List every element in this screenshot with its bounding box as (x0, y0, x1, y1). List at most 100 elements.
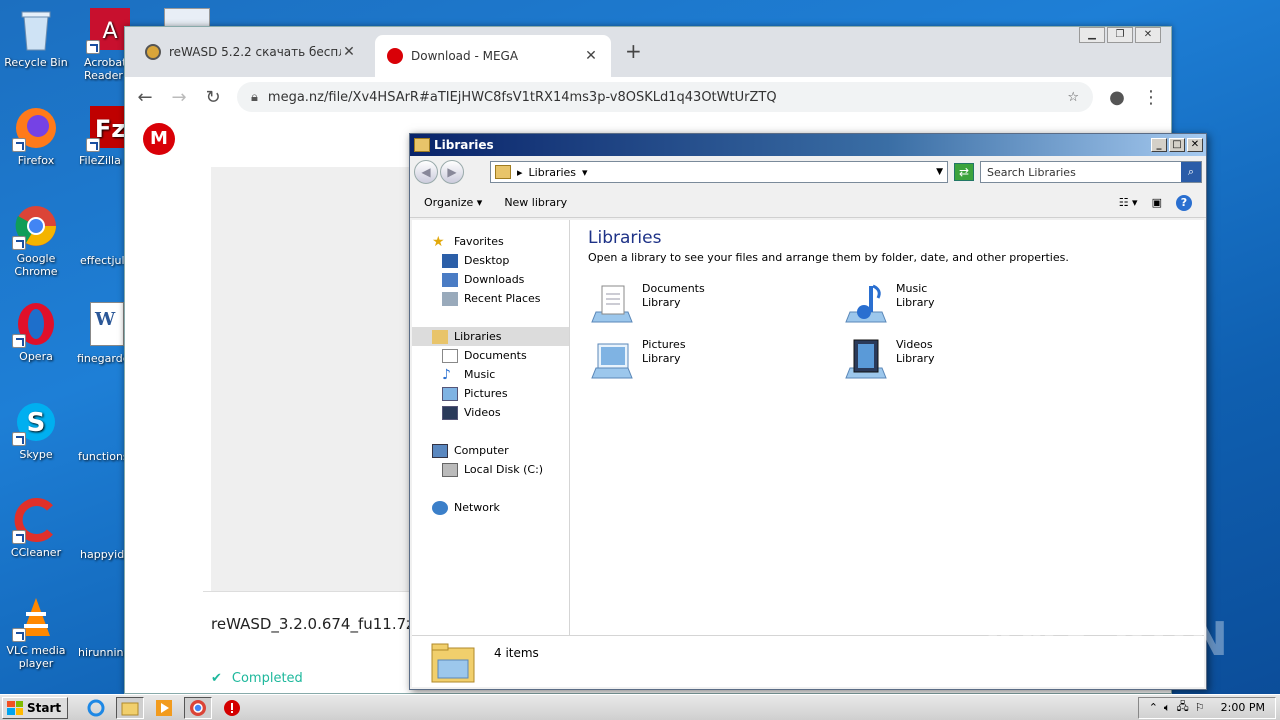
nav-music[interactable]: ♪ Music (412, 365, 569, 384)
show-hidden-icons-icon[interactable]: ⌃ (1149, 701, 1158, 714)
library-documents[interactable]: Documents Library (588, 282, 808, 332)
address-dropdown-icon[interactable]: ▼ (936, 167, 943, 177)
search-icon[interactable]: ⌕ (1181, 162, 1201, 182)
media-player-icon[interactable] (150, 697, 178, 719)
breadcrumb-separator: ▸ (517, 165, 523, 179)
chrome-taskbar-icon[interactable] (184, 696, 213, 719)
start-button[interactable]: Start (2, 696, 69, 719)
documents-library-icon (591, 285, 633, 323)
desktop-icon-google-chrome[interactable]: Google Chrome (0, 204, 72, 278)
music-library-icon (845, 284, 887, 323)
back-button[interactable]: ◀ (414, 160, 438, 184)
word-doc-icon[interactable]: W (90, 302, 124, 346)
volume-icon[interactable]: 🔈︎ (1164, 701, 1171, 715)
tab-rewasd[interactable]: reWASD 5.2.2 скачать бесплатно ✕ (133, 35, 369, 69)
star-icon[interactable]: ☆ (1067, 90, 1079, 105)
nav-pictures[interactable]: Pictures (412, 384, 569, 403)
svg-text:A: A (102, 19, 117, 44)
profile-icon[interactable]: ● (1107, 87, 1127, 108)
new-library-button[interactable]: New library (504, 196, 567, 209)
minimize-button[interactable]: _ (1151, 138, 1167, 152)
mega-logo[interactable]: M (143, 123, 175, 155)
network-tray-icon[interactable]: 🖧 (1177, 698, 1189, 717)
breadcrumb[interactable]: Libraries (529, 166, 577, 179)
tab-title: reWASD 5.2.2 скачать бесплатно (169, 45, 341, 59)
desktop-icon-recycle-bin[interactable]: Recycle Bin (0, 8, 72, 69)
reload-icon[interactable]: ↻ (203, 87, 223, 108)
new-tab-button[interactable]: + (625, 39, 642, 63)
desktop-label-functions[interactable]: functions (78, 450, 129, 463)
library-folder-icon (414, 138, 430, 152)
tab-strip: reWASD 5.2.2 скачать бесплатно ✕ Downloa… (125, 27, 1171, 77)
close-icon[interactable]: ✕ (341, 44, 357, 60)
desktop-icon-skype[interactable]: S Skype (0, 400, 72, 461)
search-placeholder: Search Libraries (987, 165, 1076, 179)
search-input[interactable]: Search Libraries ⌕ (980, 161, 1202, 183)
music-note-icon: ♪ (442, 366, 451, 383)
library-folder-icon (495, 165, 511, 179)
desktop-icon-firefox[interactable]: Firefox (0, 106, 72, 167)
back-arrow-icon[interactable]: ← (135, 87, 155, 108)
close-icon[interactable]: ✕ (583, 48, 599, 64)
title-bar: Libraries _ □ ✕ (410, 134, 1206, 156)
desktop-label-hirunning[interactable]: hirunning (78, 646, 130, 659)
nav-recent-places[interactable]: Recent Places (412, 289, 569, 308)
refresh-icon[interactable]: ⇄ (954, 163, 974, 181)
mega-favicon-icon (387, 48, 403, 64)
ie-icon[interactable] (82, 697, 110, 719)
picture-icon (442, 386, 458, 401)
library-pictures[interactable]: Pictures Library (588, 338, 808, 388)
address-bar[interactable]: ▸ Libraries ▾ ▼ (490, 161, 948, 183)
nav-videos[interactable]: Videos (412, 403, 569, 422)
library-music[interactable]: Music Library (842, 282, 1062, 332)
library-folder-large-icon (431, 643, 475, 683)
tab-mega[interactable]: Download - MEGA ✕ (375, 35, 611, 77)
nav-documents[interactable]: Documents (412, 346, 569, 365)
help-icon[interactable]: ? (1176, 194, 1192, 211)
explorer-body: ★ Favorites Desktop Downloads Recent Plac… (412, 220, 1204, 635)
nav-favorites[interactable]: ★ Favorites (412, 232, 569, 251)
desktop-icon-ccleaner[interactable]: CCleaner (0, 498, 72, 559)
view-options-icon[interactable]: ☷ ▾ (1119, 196, 1138, 209)
desktop-icon (442, 253, 458, 268)
windows-logo-icon (7, 700, 23, 715)
library-videos[interactable]: Videos Library (842, 338, 1062, 388)
nav-network[interactable]: Network (412, 498, 569, 517)
action-center-flag-icon[interactable]: ⚐ (1195, 701, 1205, 714)
address-bar[interactable]: 🔒︎ mega.nz/file/Xv4HSArR#aTIEjHWC8fsV1tR… (237, 82, 1093, 112)
status-text: Completed (231, 671, 303, 686)
menu-dots-icon[interactable]: ⋮ (1141, 87, 1161, 108)
item-count: 4 items (494, 646, 539, 660)
nav-local-disk[interactable]: Local Disk (C:) (412, 460, 569, 479)
document-icon (442, 348, 458, 363)
desktop-icon-vlc[interactable]: VLC media player (0, 596, 72, 670)
clock[interactable]: 2:00 PM (1221, 701, 1265, 714)
nav-libraries[interactable]: Libraries (412, 327, 569, 346)
explorer-taskbar-icon[interactable] (116, 696, 145, 719)
downloads-icon (442, 272, 458, 287)
forward-arrow-icon[interactable]: → (169, 87, 189, 108)
lock-icon: 🔒︎ (251, 89, 258, 105)
desktop-file-icon[interactable] (164, 8, 210, 28)
restore-button[interactable]: ❐ (1107, 27, 1133, 43)
preview-pane-icon[interactable]: ▣ (1152, 196, 1162, 209)
close-window-button[interactable]: ✕ (1135, 27, 1161, 43)
chevron-down-icon[interactable]: ▾ (582, 166, 588, 179)
library-folder-icon (432, 329, 448, 344)
nav-computer[interactable]: Computer (412, 441, 569, 460)
forward-button[interactable]: ▶ (440, 160, 464, 184)
organize-button[interactable]: Organize ▾ (424, 196, 482, 209)
close-button[interactable]: ✕ (1187, 138, 1203, 152)
url-text: mega.nz/file/Xv4HSArR#aTIEjHWC8fsV1tRX14… (267, 89, 777, 105)
minimize-button[interactable]: ▁ (1079, 27, 1105, 43)
nav-downloads[interactable]: Downloads (412, 270, 569, 289)
taskbar: Start ⌃ 🔈︎ 🖧 ⚐ 2:00 PM (0, 694, 1280, 720)
sun-favicon-icon (145, 44, 161, 60)
maximize-button[interactable]: □ (1169, 138, 1185, 152)
stop-icon[interactable] (218, 697, 246, 719)
command-bar: Organize ▾ New library ☷ ▾ ▣ ? (410, 188, 1206, 218)
nav-desktop[interactable]: Desktop (412, 251, 569, 270)
toolbar: ← → ↻ 🔒︎ mega.nz/file/Xv4HSArR#aTIEjHWC8… (125, 77, 1171, 117)
window-controls: ▁ ❐ ✕ (1079, 27, 1161, 43)
desktop-icon-opera[interactable]: Opera (0, 302, 72, 363)
